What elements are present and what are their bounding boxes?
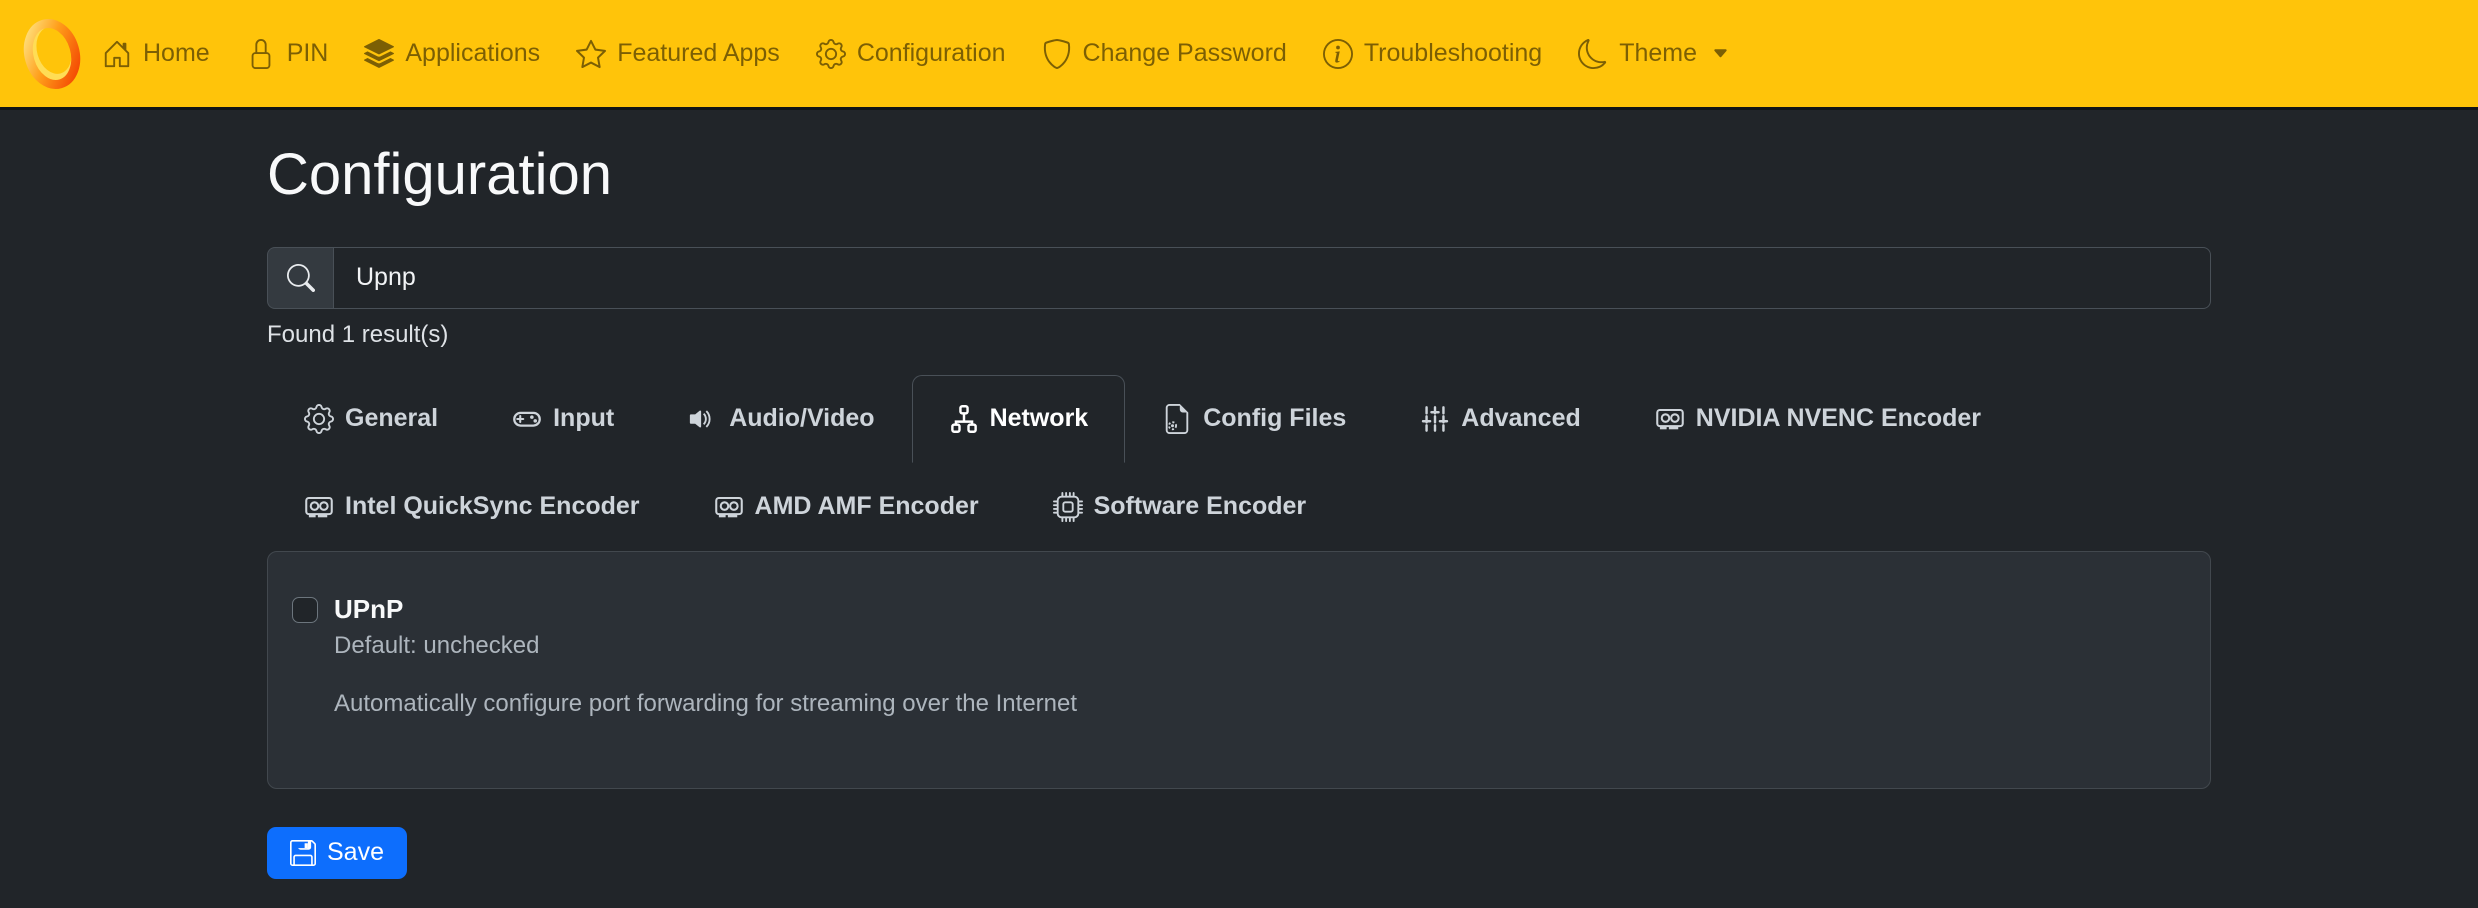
tab-label: Intel QuickSync Encoder — [345, 492, 640, 521]
config-tabs: General Input Audio/Video Network Config… — [267, 375, 2211, 551]
search-addon — [267, 247, 333, 309]
search-bar — [267, 247, 2211, 309]
nav-label: Theme — [1619, 39, 1697, 68]
nav-item-theme-dropdown[interactable]: Theme — [1578, 39, 1729, 69]
upnp-checkbox[interactable] — [292, 597, 318, 623]
page-title: Configuration — [267, 143, 2211, 207]
caret-down-icon — [1712, 45, 1729, 62]
nav-item-home[interactable]: Home — [102, 39, 210, 69]
gear-icon — [816, 39, 846, 69]
tab-label: Network — [990, 404, 1089, 433]
tab-amd-amf-encoder[interactable]: AMD AMF Encoder — [677, 463, 1016, 551]
gpu-card-icon — [714, 492, 744, 522]
top-navbar: Home PIN Applications Featured Apps Conf… — [0, 0, 2478, 107]
tab-audio-video[interactable]: Audio/Video — [651, 375, 911, 463]
tab-nvidia-nvenc-encoder[interactable]: NVIDIA NVENC Encoder — [1618, 375, 2018, 463]
moon-icon — [1578, 39, 1608, 69]
search-results-count: Found 1 result(s) — [267, 321, 2211, 349]
tab-advanced[interactable]: Advanced — [1383, 375, 1617, 463]
nav-label: Featured Apps — [617, 39, 780, 68]
lock-icon — [246, 39, 276, 69]
gpu-card-icon — [304, 492, 334, 522]
tab-intel-quicksync-encoder[interactable]: Intel QuickSync Encoder — [267, 463, 677, 551]
navbar-menu: Home PIN Applications Featured Apps Conf… — [102, 39, 1729, 69]
nav-item-pin[interactable]: PIN — [246, 39, 329, 69]
sunshine-logo-icon — [22, 16, 82, 92]
tab-label: Input — [553, 404, 614, 433]
save-button-label: Save — [327, 838, 384, 867]
sliders-icon — [1420, 404, 1450, 434]
search-input[interactable] — [333, 247, 2211, 309]
tab-label: Software Encoder — [1094, 492, 1307, 521]
tab-label: Audio/Video — [729, 404, 874, 433]
house-icon — [102, 39, 132, 69]
tab-network[interactable]: Network — [912, 375, 1126, 463]
controller-icon — [512, 404, 542, 434]
nav-label: Applications — [405, 39, 540, 68]
configuration-page: Configuration Found 1 result(s) General … — [267, 143, 2211, 879]
nav-item-applications[interactable]: Applications — [364, 39, 540, 69]
tab-general[interactable]: General — [267, 375, 475, 463]
star-icon — [576, 39, 606, 69]
info-circle-icon — [1323, 39, 1353, 69]
upnp-default-note: Default: unchecked — [334, 632, 2170, 660]
speaker-icon — [688, 404, 718, 434]
search-icon — [287, 264, 315, 292]
tab-label: General — [345, 404, 438, 433]
settings-panel: UPnP Default: unchecked Automatically co… — [267, 551, 2211, 789]
shield-icon — [1042, 39, 1072, 69]
tab-label: Config Files — [1203, 404, 1346, 433]
nav-label: PIN — [287, 39, 329, 68]
gear-icon — [304, 404, 334, 434]
gpu-card-icon — [1655, 404, 1685, 434]
nav-label: Troubleshooting — [1364, 39, 1542, 68]
tab-label: Advanced — [1461, 404, 1580, 433]
nav-item-featured-apps[interactable]: Featured Apps — [576, 39, 780, 69]
save-button[interactable]: Save — [267, 827, 407, 879]
nav-item-troubleshooting[interactable]: Troubleshooting — [1323, 39, 1542, 69]
nav-item-change-password[interactable]: Change Password — [1042, 39, 1287, 69]
floppy-icon — [290, 840, 316, 866]
file-gear-icon — [1162, 404, 1192, 434]
stack-icon — [364, 39, 394, 69]
nav-item-configuration[interactable]: Configuration — [816, 39, 1006, 69]
upnp-setting: UPnP Default: unchecked Automatically co… — [292, 594, 2170, 718]
upnp-label[interactable]: UPnP — [334, 594, 2170, 624]
nav-label: Home — [143, 39, 210, 68]
tab-input[interactable]: Input — [475, 375, 651, 463]
network-diagram-icon — [949, 404, 979, 434]
tab-label: AMD AMF Encoder — [755, 492, 979, 521]
cpu-icon — [1053, 492, 1083, 522]
tab-software-encoder[interactable]: Software Encoder — [1016, 463, 1344, 551]
tab-label: NVIDIA NVENC Encoder — [1696, 404, 1981, 433]
nav-label: Configuration — [857, 39, 1006, 68]
nav-label: Change Password — [1083, 39, 1287, 68]
tab-config-files[interactable]: Config Files — [1125, 375, 1383, 463]
sunshine-logo[interactable] — [22, 16, 82, 92]
upnp-description: Automatically configure port forwarding … — [334, 690, 2170, 718]
